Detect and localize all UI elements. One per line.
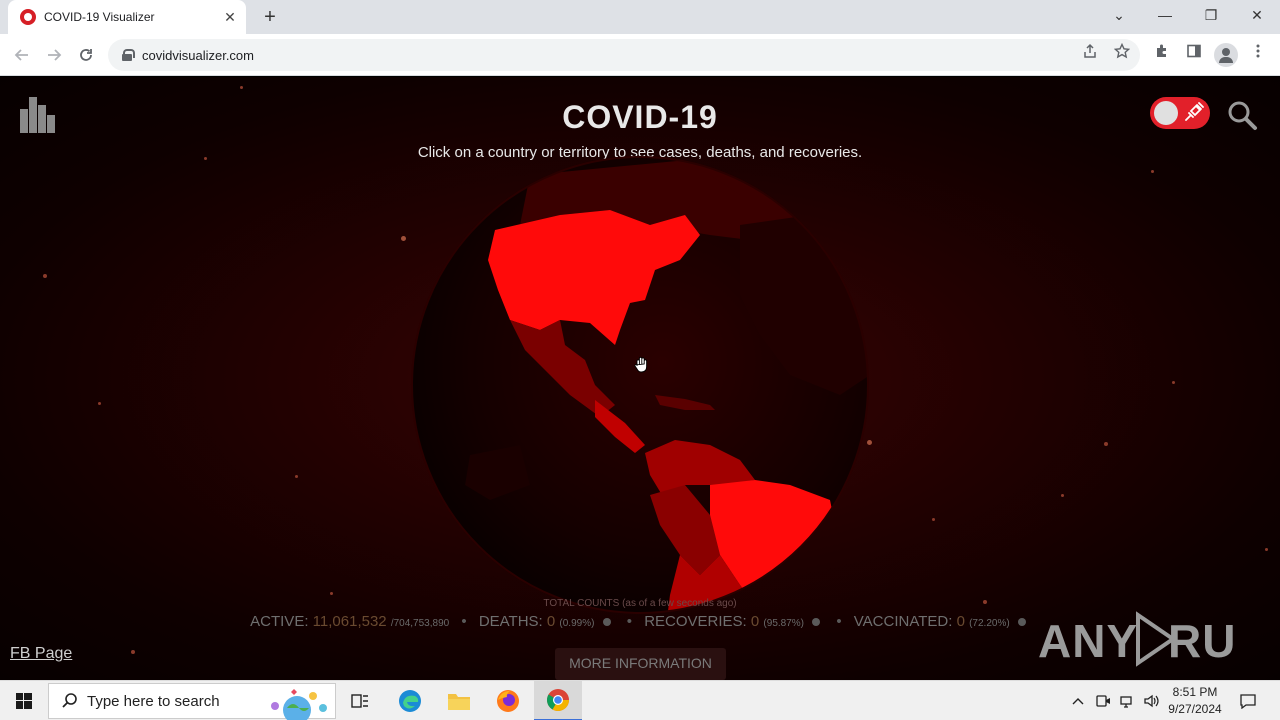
browser-toolbar: covidvisualizer.com	[0, 34, 1280, 76]
firefox-icon[interactable]	[484, 681, 532, 720]
search-highlight-icon	[271, 689, 327, 720]
particle	[295, 475, 298, 478]
taskbar-search-box[interactable]: Type here to search	[48, 683, 336, 720]
search-icon[interactable]	[1226, 99, 1258, 131]
deaths-percent: (0.99%)	[559, 618, 595, 629]
toggle-knob	[1154, 101, 1178, 125]
covid-visualizer-page: COVID-19 Click on a country or territory…	[0, 77, 1280, 680]
particle	[98, 402, 101, 405]
deaths-label: DEATHS:	[478, 613, 543, 630]
separator-dot: •	[836, 613, 842, 630]
interactive-globe[interactable]	[410, 155, 870, 615]
edge-browser-icon[interactable]	[386, 681, 434, 720]
side-panel-icon[interactable]	[1182, 43, 1206, 67]
recoveries-percent: (95.87%)	[763, 618, 804, 629]
clock-time: 8:51 PM	[1172, 685, 1218, 699]
vaccinated-info-icon[interactable]	[1017, 618, 1026, 626]
task-view-icon[interactable]	[336, 681, 384, 720]
show-hidden-icons-chevron-icon[interactable]	[1068, 681, 1088, 720]
close-window-button[interactable]: ✕	[1234, 0, 1280, 30]
network-icon[interactable]	[1116, 681, 1138, 720]
lock-icon	[122, 49, 135, 61]
particle	[1172, 381, 1175, 384]
separator-dot: •	[461, 613, 467, 630]
windows-taskbar: Type here to search 8:51 PM 9/27/2024	[0, 680, 1280, 720]
particle	[240, 86, 243, 89]
site-favicon-icon	[20, 9, 36, 25]
recoveries-label: RECOVERIES:	[644, 613, 747, 630]
search-icon	[62, 693, 77, 708]
fb-page-link[interactable]: FB Page	[10, 645, 72, 663]
share-icon[interactable]	[1078, 43, 1102, 67]
restore-button[interactable]: ❐	[1188, 0, 1234, 30]
more-information-button[interactable]: MORE INFORMATION	[555, 648, 726, 680]
bookmark-star-icon[interactable]	[1110, 42, 1134, 67]
vaccinated-value: 0	[956, 613, 965, 630]
deaths-value: 0	[546, 613, 556, 630]
meet-now-icon[interactable]	[1092, 681, 1114, 720]
recoveries-value: 0	[750, 613, 760, 630]
recoveries-info-icon[interactable]	[812, 618, 821, 626]
notifications-icon[interactable]	[1236, 681, 1260, 720]
active-label: ACTIVE:	[250, 613, 309, 630]
active-value: 11,061,532	[312, 613, 387, 630]
particle	[1104, 442, 1108, 446]
vaccinated-percent: (72.20%)	[969, 618, 1010, 629]
particle	[1151, 170, 1154, 173]
taskbar-clock[interactable]: 8:51 PM 9/27/2024	[1160, 684, 1230, 718]
file-explorer-icon[interactable]	[435, 681, 483, 720]
particle	[932, 518, 935, 521]
particle	[43, 274, 47, 278]
deaths-info-icon[interactable]	[602, 618, 611, 626]
tab-strip: COVID-19 Visualizer ✕ + ⌄ — ❐ ✕	[0, 0, 1280, 34]
address-bar[interactable]: covidvisualizer.com	[108, 39, 1140, 71]
volume-icon[interactable]	[1140, 681, 1162, 720]
back-arrow-icon[interactable]	[9, 42, 35, 68]
particle	[330, 592, 333, 595]
forward-arrow-icon[interactable]	[41, 42, 67, 68]
tab-title: COVID-19 Visualizer	[44, 10, 155, 24]
svg-text:RUN: RUN	[1168, 615, 1238, 667]
tab-search-button[interactable]: ⌄	[1096, 0, 1142, 30]
page-title: COVID-19	[562, 99, 718, 135]
vaccinated-label: VACCINATED:	[853, 613, 953, 630]
vaccination-toggle[interactable]	[1150, 97, 1210, 129]
tab-close-icon[interactable]: ✕	[222, 9, 238, 26]
separator-dot: •	[626, 613, 633, 630]
profile-avatar-icon[interactable]	[1214, 43, 1238, 67]
particle	[131, 650, 135, 654]
active-total: /704,753,890	[390, 618, 450, 629]
particle	[1061, 494, 1064, 497]
hand-cursor-icon	[632, 355, 652, 375]
taskbar-search-placeholder: Type here to search	[87, 692, 220, 710]
windows-start-icon[interactable]	[0, 681, 48, 720]
anyrun-watermark-logo: ANY RUN	[1038, 607, 1270, 671]
minimize-button[interactable]: —	[1142, 0, 1188, 30]
reload-icon[interactable]	[73, 42, 99, 68]
url-text: covidvisualizer.com	[142, 47, 254, 63]
clock-date: 9/27/2024	[1168, 702, 1222, 716]
chrome-icon[interactable]	[534, 681, 582, 720]
tab-covid-visualizer[interactable]: COVID-19 Visualizer ✕	[8, 0, 246, 34]
extensions-puzzle-icon[interactable]	[1150, 43, 1174, 67]
menu-kebab-icon[interactable]	[1246, 43, 1270, 67]
particle	[401, 236, 406, 241]
new-tab-button[interactable]: +	[258, 4, 282, 30]
svg-text:ANY: ANY	[1038, 615, 1138, 667]
syringe-icon	[1182, 102, 1204, 124]
particle	[1265, 548, 1268, 551]
